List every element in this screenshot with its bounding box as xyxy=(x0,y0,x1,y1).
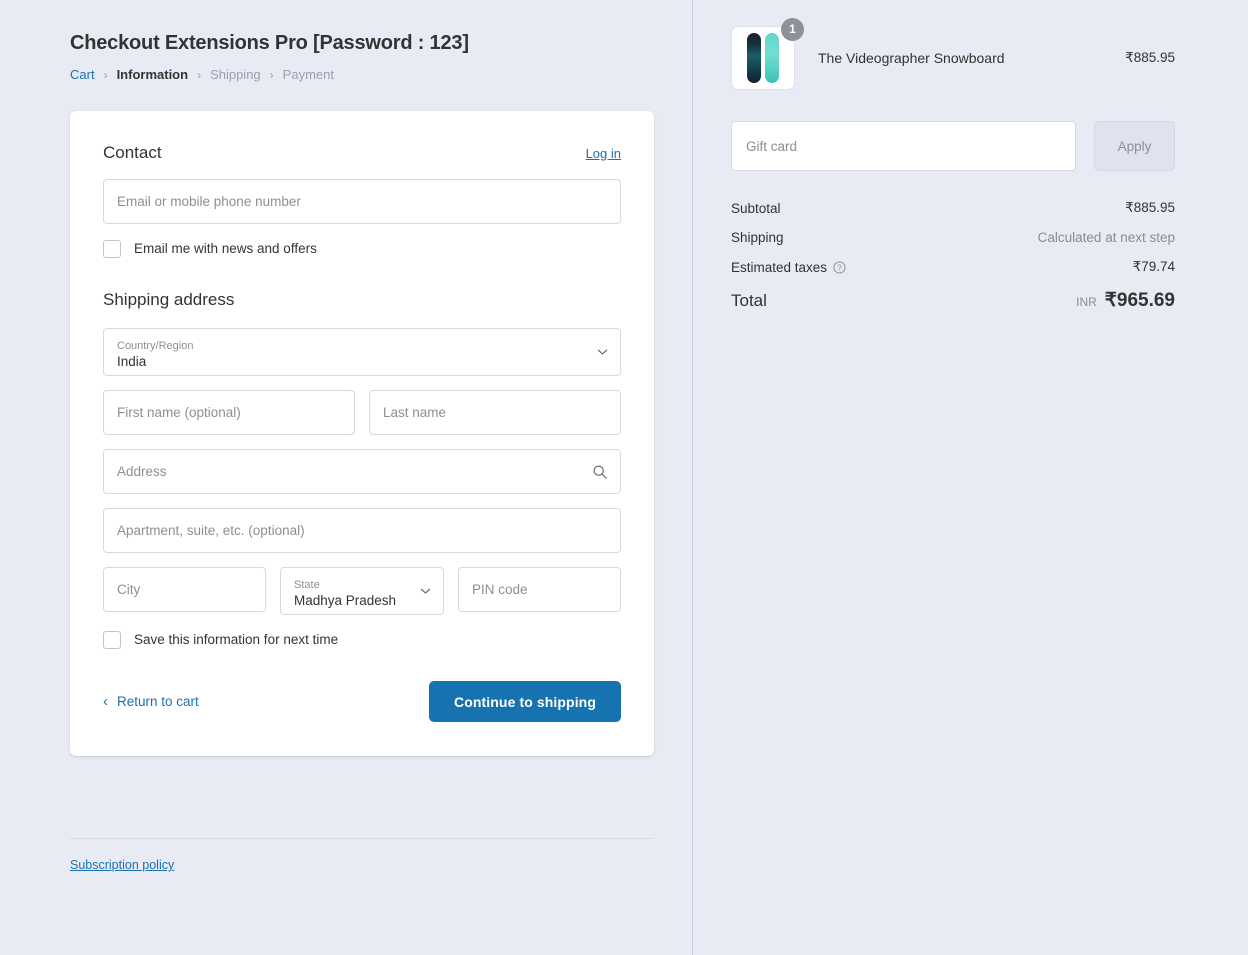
city-placeholder: City xyxy=(117,582,141,597)
country-region-label: Country/Region xyxy=(117,340,194,352)
estimated-taxes-value: ₹79.74 xyxy=(1132,259,1175,274)
total-label: Total xyxy=(731,290,767,310)
continue-to-shipping-button[interactable]: Continue to shipping xyxy=(429,681,621,722)
last-name-placeholder: Last name xyxy=(383,405,447,420)
breadcrumb: Cart › Information › Shipping › Payment xyxy=(70,66,654,84)
subtotal-value: ₹885.95 xyxy=(1125,200,1175,215)
product-name: The Videographer Snowboard xyxy=(818,50,1005,66)
first-name-field[interactable]: First name (optional) xyxy=(103,390,355,435)
total-value: ₹965.69 xyxy=(1104,290,1175,311)
subtotal-label: Subtotal xyxy=(731,200,781,216)
newsletter-label: Email me with news and offers xyxy=(134,241,317,256)
snowboard-teal-icon xyxy=(765,33,779,83)
last-name-field[interactable]: Last name xyxy=(369,390,621,435)
return-to-cart-link[interactable]: ‹ Return to cart xyxy=(103,694,199,709)
total-amount-group: INR ₹965.69 xyxy=(1076,289,1175,312)
address-field-wrapper: Address xyxy=(103,449,621,494)
search-icon[interactable] xyxy=(592,464,608,480)
quantity-badge: 1 xyxy=(781,18,804,41)
gift-card-input[interactable]: Gift card xyxy=(731,121,1076,171)
currency-code: INR xyxy=(1076,295,1097,309)
page-title: Checkout Extensions Pro [Password : 123] xyxy=(70,32,469,54)
breadcrumb-separator-icon: › xyxy=(269,68,274,82)
checkout-form-card: Contact Log in Email or mobile phone num… xyxy=(70,111,654,756)
contact-section-header: Contact Log in xyxy=(103,141,621,165)
breadcrumb-separator-icon: › xyxy=(197,68,202,82)
address-placeholder: Address xyxy=(117,464,167,479)
subtotal-row: Subtotal ₹885.95 xyxy=(731,200,1175,216)
product-thumbnail-wrapper: 1 xyxy=(731,18,804,90)
chevron-down-icon xyxy=(597,347,608,358)
shipping-label: Shipping xyxy=(731,230,784,245)
order-totals: Subtotal ₹885.95 Shipping Calculated at … xyxy=(731,200,1175,312)
newsletter-checkbox-row[interactable]: Email me with news and offers xyxy=(103,240,621,258)
shipping-row: Shipping Calculated at next step xyxy=(731,230,1175,245)
state-value: Madhya Pradesh xyxy=(294,593,397,608)
chevron-left-icon: ‹ xyxy=(103,693,108,710)
estimated-taxes-text: Estimated taxes xyxy=(731,259,828,275)
product-price: ₹885.95 xyxy=(1125,50,1175,65)
estimated-taxes-label: Estimated taxes ? xyxy=(731,260,846,275)
apartment-placeholder: Apartment, suite, etc. (optional) xyxy=(117,523,305,538)
newsletter-checkbox[interactable] xyxy=(103,240,121,258)
svg-text:?: ? xyxy=(837,263,842,272)
breadcrumb-item-information[interactable]: Information xyxy=(117,66,189,84)
chevron-down-icon xyxy=(420,586,431,597)
state-select[interactable]: State Madhya Pradesh xyxy=(280,567,444,615)
order-summary-column: 1 The Videographer Snowboard ₹885.95 Gif… xyxy=(692,0,1248,955)
country-region-value: India xyxy=(117,354,147,369)
shipping-address-heading: Shipping address xyxy=(103,290,235,309)
estimated-taxes-row: Estimated taxes ? ₹79.74 xyxy=(731,259,1175,275)
subscription-policy-link[interactable]: Subscription policy xyxy=(70,858,174,872)
footer: Subscription policy xyxy=(70,838,654,874)
contact-heading: Contact xyxy=(103,143,162,162)
save-info-checkbox[interactable] xyxy=(103,631,121,649)
save-info-label: Save this information for next time xyxy=(134,632,339,647)
pin-code-field[interactable]: PIN code xyxy=(458,567,621,612)
log-in-link[interactable]: Log in xyxy=(586,146,621,161)
gift-card-row: Gift card Apply xyxy=(731,121,1175,171)
checkout-page: Checkout Extensions Pro [Password : 123]… xyxy=(0,0,1248,955)
city-state-pin-row: City State Madhya Pradesh PIN code xyxy=(103,567,621,615)
breadcrumb-separator-icon: › xyxy=(103,68,108,82)
return-to-cart-label: Return to cart xyxy=(117,694,199,709)
breadcrumb-item-payment: Payment xyxy=(282,67,334,82)
city-field[interactable]: City xyxy=(103,567,266,612)
first-name-placeholder: First name (optional) xyxy=(117,405,241,420)
pin-code-placeholder: PIN code xyxy=(472,582,528,597)
snowboard-dark-icon xyxy=(747,33,761,83)
email-field[interactable]: Email or mobile phone number xyxy=(103,179,621,224)
breadcrumb-item-shipping: Shipping xyxy=(210,67,261,82)
checkout-main-column: Checkout Extensions Pro [Password : 123]… xyxy=(0,0,692,955)
country-region-select[interactable]: Country/Region India xyxy=(103,328,621,376)
gift-card-placeholder: Gift card xyxy=(746,138,798,154)
total-row: Total INR ₹965.69 xyxy=(731,289,1175,312)
address-field[interactable]: Address xyxy=(103,449,621,494)
form-actions: ‹ Return to cart Continue to shipping xyxy=(103,681,621,722)
state-label: State xyxy=(294,579,320,591)
shipping-value: Calculated at next step xyxy=(1037,230,1175,245)
name-row: First name (optional) Last name xyxy=(103,390,621,435)
order-line-item: 1 The Videographer Snowboard ₹885.95 xyxy=(731,18,1175,90)
apply-gift-card-button[interactable]: Apply xyxy=(1094,121,1175,171)
save-info-checkbox-row[interactable]: Save this information for next time xyxy=(103,631,621,649)
email-field-placeholder: Email or mobile phone number xyxy=(117,194,301,209)
help-icon[interactable]: ? xyxy=(833,260,846,274)
apartment-field[interactable]: Apartment, suite, etc. (optional) xyxy=(103,508,621,553)
breadcrumb-item-cart[interactable]: Cart xyxy=(70,66,95,84)
